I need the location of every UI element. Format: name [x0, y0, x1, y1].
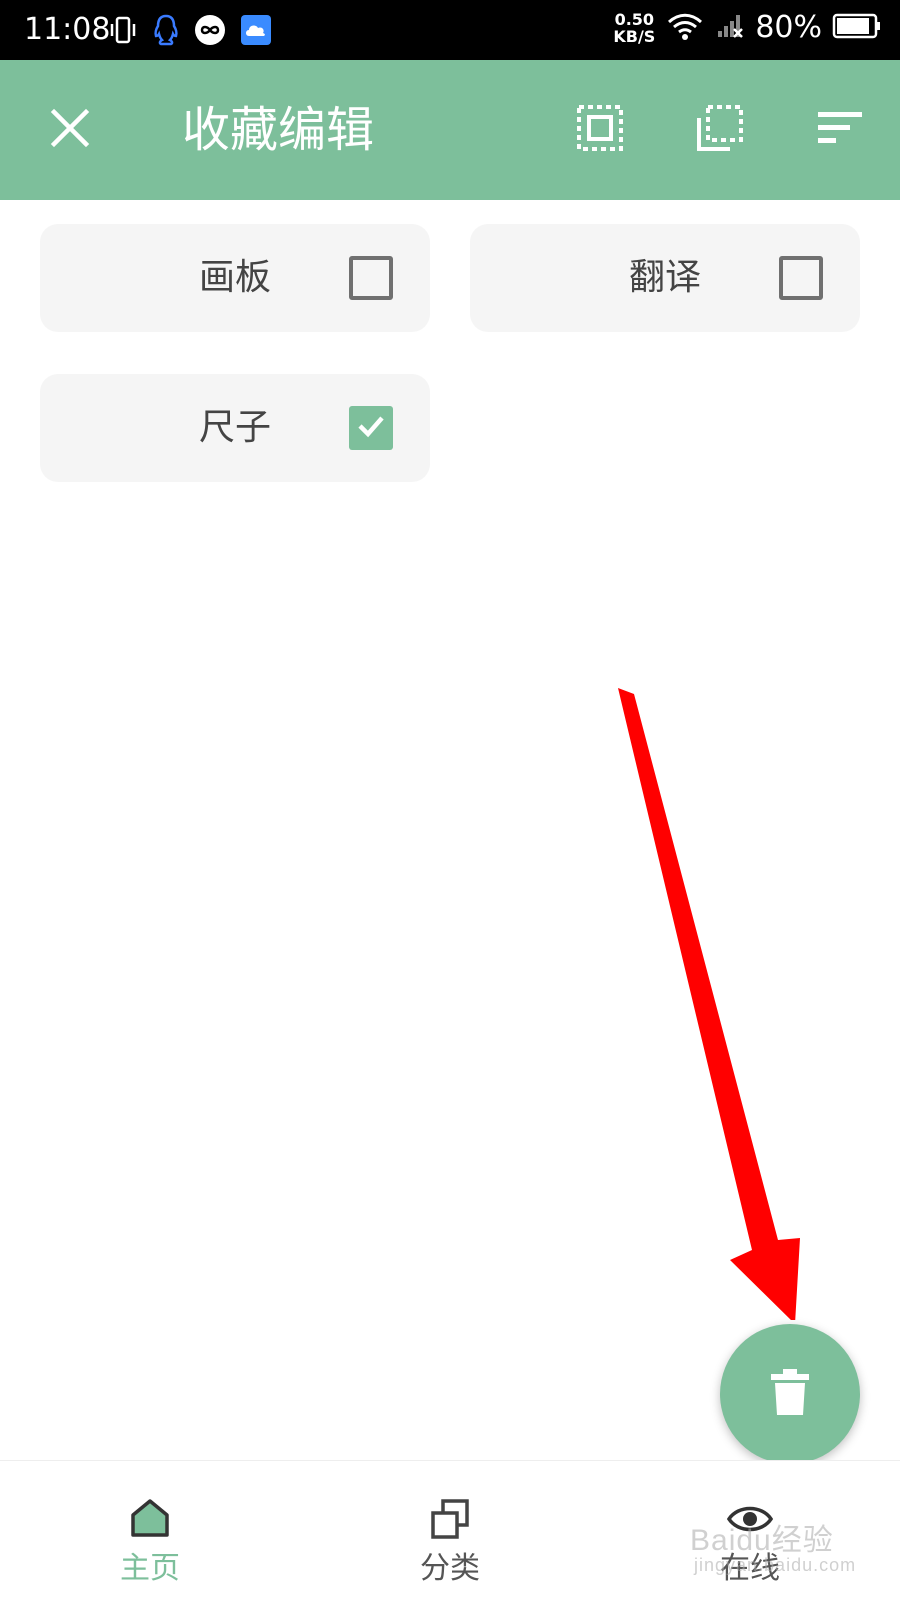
select-all-icon [576, 104, 624, 156]
item-checkbox[interactable] [349, 256, 393, 300]
sort-icon [816, 108, 864, 152]
page-title: 收藏编辑 [182, 102, 375, 158]
nav-label: 主页 [120, 1551, 180, 1586]
app-bar: 收藏编辑 [0, 60, 900, 200]
select-inverse-button[interactable] [690, 100, 750, 160]
status-notification-icons [108, 14, 272, 50]
annotation-arrow [600, 680, 820, 1324]
nav-item-home[interactable]: 主页 [0, 1461, 300, 1601]
battery-icon [832, 12, 882, 44]
item-checkbox[interactable] [779, 256, 823, 300]
net-speed-value: 0.50 [614, 10, 655, 29]
favorite-item-card[interactable]: 翻译 [470, 224, 860, 332]
cloud-app-icon [240, 14, 272, 50]
watermark-sub: jingyan.baidu.com [694, 1555, 857, 1575]
category-icon [420, 1489, 480, 1549]
watermark-text: Baidu经验 [690, 1524, 834, 1557]
favorite-item-label: 画板 [198, 257, 271, 298]
nav-label: 分类 [420, 1551, 480, 1586]
status-time: 11:08 [24, 12, 111, 47]
net-speed-unit: KB/S [613, 27, 656, 46]
battery-percent: 80% [755, 10, 822, 45]
qq-icon [152, 14, 180, 50]
item-checkbox-checked[interactable] [349, 406, 393, 450]
signal-icon [715, 11, 745, 45]
nav-item-category[interactable]: 分类 [300, 1461, 600, 1601]
wifi-icon [665, 10, 705, 46]
infinity-app-icon [194, 14, 226, 50]
favorite-item-label: 尺子 [198, 407, 271, 448]
delete-fab[interactable] [720, 1324, 860, 1464]
vibrate-icon [108, 15, 138, 49]
watermark: Baidu经验 jingyan.baidu.com [690, 1515, 856, 1576]
close-button[interactable] [40, 100, 100, 160]
home-icon [120, 1489, 180, 1549]
favorite-item-card[interactable]: 画板 [40, 224, 430, 332]
select-inverse-icon [696, 104, 744, 156]
checkmark-icon [355, 410, 387, 446]
sort-button[interactable] [810, 100, 870, 160]
trash-icon [769, 1368, 811, 1420]
favorite-item-card[interactable]: 尺子 [40, 374, 430, 482]
network-speed: 0.50 KB/S [613, 11, 655, 45]
favorite-item-label: 翻译 [628, 257, 701, 298]
select-all-button[interactable] [570, 100, 630, 160]
close-icon [50, 108, 90, 152]
status-bar: 11:08 0.50 KB/S 80% [0, 0, 900, 60]
status-system-icons: 0.50 KB/S 80% [613, 10, 882, 46]
